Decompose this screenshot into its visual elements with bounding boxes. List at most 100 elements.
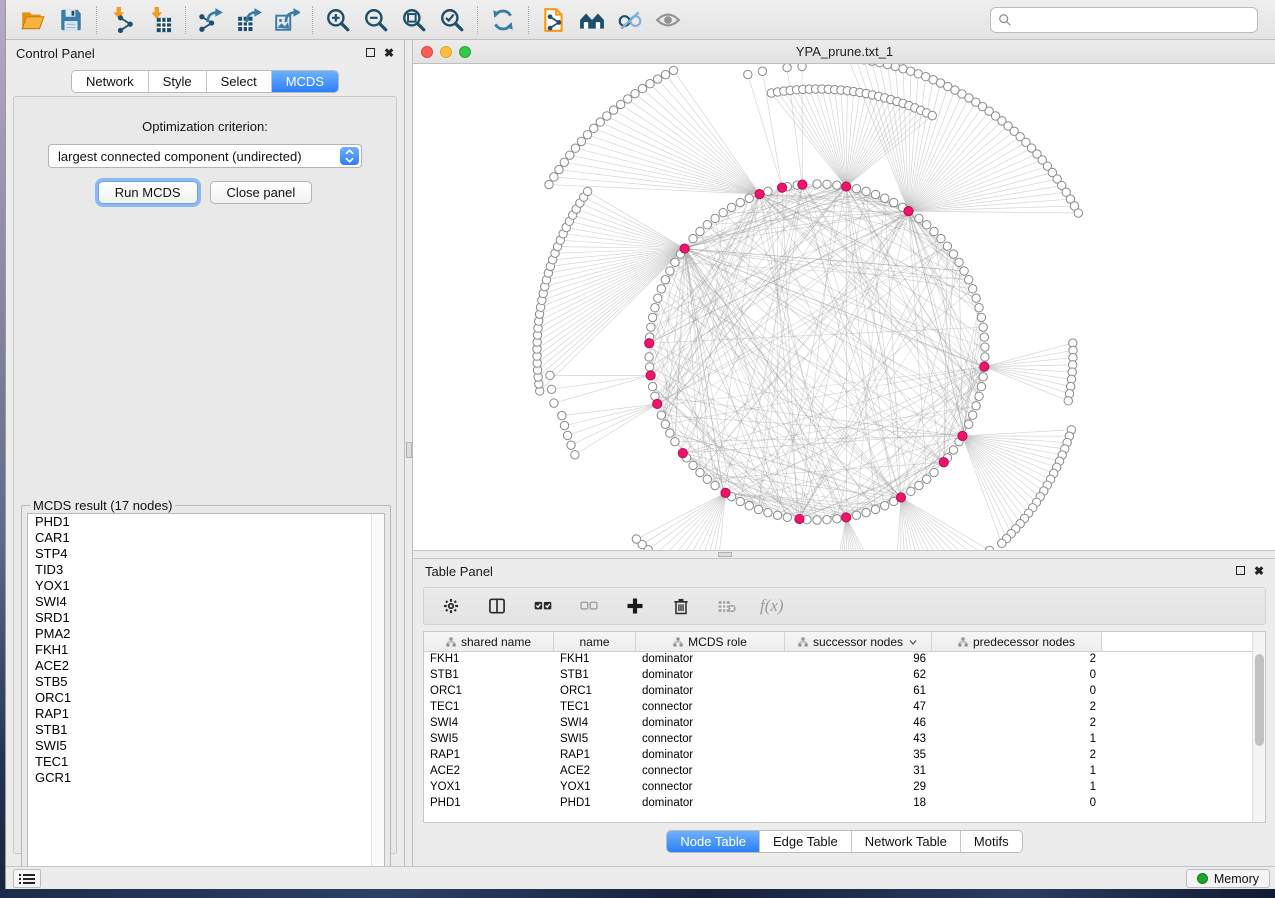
cell-name[interactable]: TEC1 bbox=[554, 700, 636, 716]
show-checked-columns-icon[interactable] bbox=[530, 593, 556, 619]
mcds-hub-node[interactable] bbox=[842, 513, 851, 522]
column-header-shared-name[interactable]: shared name bbox=[424, 632, 554, 652]
mcds-result-item[interactable]: SWI5 bbox=[28, 738, 384, 754]
leaf-node[interactable] bbox=[868, 64, 876, 65]
ring-node[interactable] bbox=[972, 294, 980, 302]
leaf-node[interactable] bbox=[566, 151, 574, 159]
export-table-icon[interactable] bbox=[230, 3, 268, 37]
leaf-node[interactable] bbox=[563, 431, 571, 439]
horizontal-splitter[interactable] bbox=[413, 550, 1275, 559]
tab-node-table[interactable]: Node Table bbox=[667, 831, 759, 852]
column-header-name[interactable]: name bbox=[554, 632, 636, 652]
ring-node[interactable] bbox=[745, 502, 753, 510]
ring-node[interactable] bbox=[736, 198, 744, 206]
mcds-hub-node[interactable] bbox=[646, 371, 655, 380]
mcds-hub-node[interactable] bbox=[904, 207, 913, 216]
cell-shared-name[interactable]: SWI5 bbox=[424, 732, 554, 748]
ring-node[interactable] bbox=[881, 502, 889, 510]
mcds-result-item[interactable]: FKH1 bbox=[28, 642, 384, 658]
ring-node[interactable] bbox=[654, 294, 662, 302]
tab-network[interactable]: Network bbox=[72, 71, 148, 92]
table-scrollbar[interactable] bbox=[1252, 632, 1265, 822]
ring-node[interactable] bbox=[696, 227, 704, 235]
cell-predecessor-nodes[interactable]: 0 bbox=[932, 668, 1102, 684]
cell-successor-nodes[interactable]: 18 bbox=[785, 796, 932, 812]
cell-name[interactable]: STB1 bbox=[554, 668, 636, 684]
cell-shared-name[interactable]: ORC1 bbox=[424, 684, 554, 700]
ring-node[interactable] bbox=[881, 194, 889, 202]
ring-node[interactable] bbox=[930, 468, 938, 476]
cell-name[interactable]: PHD1 bbox=[554, 796, 636, 812]
cell-shared-name[interactable]: YOX1 bbox=[424, 780, 554, 796]
tab-motifs[interactable]: Motifs bbox=[960, 831, 1022, 852]
vertical-splitter[interactable] bbox=[404, 40, 413, 866]
ring-node[interactable] bbox=[949, 250, 957, 258]
cell-shared-name[interactable]: PHD1 bbox=[424, 796, 554, 812]
table-row[interactable]: FKH1FKH1dominator962 bbox=[424, 652, 1265, 668]
leaf-node[interactable] bbox=[783, 64, 791, 72]
ring-node[interactable] bbox=[661, 276, 669, 284]
table-row[interactable]: ACE2ACE2connector311 bbox=[424, 764, 1265, 780]
cell-MCDS-role[interactable]: connector bbox=[636, 732, 785, 748]
cell-shared-name[interactable]: RAP1 bbox=[424, 748, 554, 764]
mcds-hub-node[interactable] bbox=[939, 458, 948, 467]
split-view-icon[interactable] bbox=[484, 593, 510, 619]
cell-MCDS-role[interactable]: dominator bbox=[636, 716, 785, 732]
ring-node[interactable] bbox=[943, 242, 951, 250]
ring-node[interactable] bbox=[711, 214, 719, 222]
cell-MCDS-role[interactable]: dominator bbox=[636, 684, 785, 700]
ring-node[interactable] bbox=[833, 515, 841, 523]
table-row[interactable]: STB1STB1dominator620 bbox=[424, 668, 1265, 684]
ring-node[interactable] bbox=[964, 276, 972, 284]
mcds-hub-node[interactable] bbox=[980, 362, 989, 371]
leaf-node[interactable] bbox=[998, 539, 1006, 547]
ring-node[interactable] bbox=[975, 304, 983, 312]
leaf-node[interactable] bbox=[632, 535, 640, 543]
mcds-result-item[interactable]: RAP1 bbox=[28, 706, 384, 722]
cell-predecessor-nodes[interactable]: 1 bbox=[932, 780, 1102, 796]
ring-node[interactable] bbox=[666, 429, 674, 437]
column-header-successor-nodes[interactable]: successor nodes bbox=[785, 632, 932, 652]
mcds-result-item[interactable]: SWI4 bbox=[28, 594, 384, 610]
ring-node[interactable] bbox=[964, 420, 972, 428]
ring-node[interactable] bbox=[977, 382, 985, 390]
table-scrollbar-thumb[interactable] bbox=[1255, 654, 1264, 746]
ring-node[interactable] bbox=[689, 461, 697, 469]
ring-node[interactable] bbox=[915, 214, 923, 222]
mcds-hub-node[interactable] bbox=[645, 339, 654, 348]
cell-successor-nodes[interactable]: 31 bbox=[785, 764, 932, 780]
column-header-MCDS-role[interactable]: MCDS role bbox=[636, 632, 785, 652]
mcds-result-item[interactable]: STB1 bbox=[28, 722, 384, 738]
cell-successor-nodes[interactable]: 35 bbox=[785, 748, 932, 764]
mcds-result-item[interactable]: SRD1 bbox=[28, 610, 384, 626]
leaf-node[interactable] bbox=[883, 64, 891, 69]
ring-node[interactable] bbox=[783, 513, 791, 521]
mcds-result-item[interactable]: CAR1 bbox=[28, 530, 384, 546]
ring-node[interactable] bbox=[862, 508, 870, 516]
zoom-out-icon[interactable] bbox=[357, 3, 395, 37]
ring-node[interactable] bbox=[979, 373, 987, 381]
leaf-node[interactable] bbox=[875, 64, 883, 67]
ring-node[interactable] bbox=[671, 437, 679, 445]
table-row[interactable]: SWI5SWI5connector431 bbox=[424, 732, 1265, 748]
cell-MCDS-role[interactable]: connector bbox=[636, 780, 785, 796]
leaf-node[interactable] bbox=[590, 124, 598, 132]
leaf-node[interactable] bbox=[899, 65, 907, 73]
ring-node[interactable] bbox=[813, 180, 821, 188]
float-table-panel-icon[interactable] bbox=[1236, 565, 1245, 577]
zoom-selected-icon[interactable] bbox=[433, 3, 471, 37]
table-row[interactable]: PHD1PHD1dominator180 bbox=[424, 796, 1265, 812]
tab-mcds[interactable]: MCDS bbox=[271, 71, 338, 92]
cell-shared-name[interactable]: ACE2 bbox=[424, 764, 554, 780]
cell-shared-name[interactable]: SWI4 bbox=[424, 716, 554, 732]
close-table-panel-icon[interactable]: ✖ bbox=[1254, 565, 1264, 577]
ring-node[interactable] bbox=[719, 208, 727, 216]
leaf-node[interactable] bbox=[567, 441, 575, 449]
close-panel-button[interactable]: Close panel bbox=[210, 181, 313, 204]
leaf-node[interactable] bbox=[546, 371, 554, 379]
ring-node[interactable] bbox=[977, 313, 985, 321]
ring-node[interactable] bbox=[968, 411, 976, 419]
ring-node[interactable] bbox=[981, 343, 989, 351]
export-image-icon[interactable] bbox=[268, 3, 306, 37]
mcds-hub-node[interactable] bbox=[896, 493, 905, 502]
